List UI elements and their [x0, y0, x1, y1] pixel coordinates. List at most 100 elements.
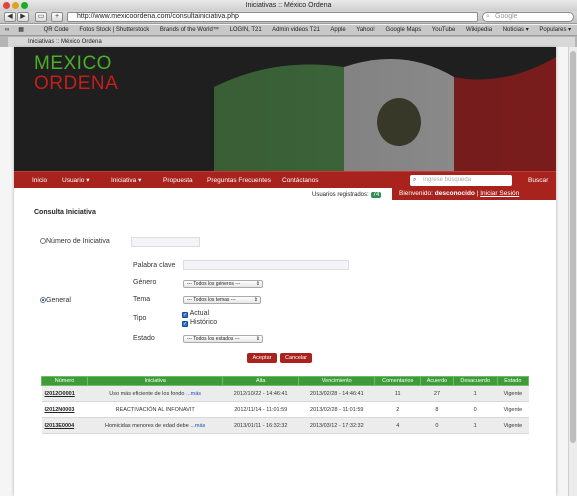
tab-active[interactable]: Iniciativas :: México Ordena: [8, 37, 575, 47]
select-arrows-icon: ⇕: [255, 336, 260, 342]
genero-select[interactable]: --- Todos los géneros --- ⇕: [183, 280, 263, 288]
nav-inicio[interactable]: Inicio: [32, 172, 47, 189]
desacuerdo-cell: 1: [453, 417, 498, 434]
column-header[interactable]: Número: [40, 376, 89, 386]
column-header[interactable]: Acuerdo: [420, 376, 454, 386]
bookmark-item[interactable]: Google Maps: [386, 27, 422, 33]
tipo-historico-option[interactable]: ✓ Histórico: [182, 319, 217, 327]
scrollbar-thumb[interactable]: [570, 51, 576, 443]
forward-button[interactable]: ▶: [17, 12, 29, 22]
bookmark-item[interactable]: Yahoo!: [356, 27, 375, 33]
registered-count-badge: 74: [370, 192, 382, 198]
search-icon: ⌕: [486, 13, 490, 20]
tipo-actual-label: Actual: [189, 310, 210, 317]
column-header[interactable]: Estado: [496, 376, 530, 386]
iniciativa-id-link[interactable]: I2013E0004: [41, 417, 88, 434]
reading-list-icon[interactable]: ∞: [5, 27, 9, 33]
bookmark-item[interactable]: LOGIN, T21: [230, 27, 262, 33]
numero-option[interactable]: Número de Iniciativa: [40, 238, 110, 245]
bookmark-item[interactable]: Admin videos T21: [272, 27, 320, 33]
tab-bar: Iniciativas :: México Ordena: [0, 35, 577, 47]
more-link[interactable]: ...más: [190, 423, 205, 429]
header-banner: MEXICO ORDENA: [14, 47, 556, 171]
minimize-window-icon[interactable]: [12, 2, 19, 9]
close-window-icon[interactable]: [3, 2, 10, 9]
column-header[interactable]: Iniciativa: [87, 376, 224, 386]
cancelar-button[interactable]: Cancelar: [280, 353, 312, 363]
genero-value: --- Todos los géneros ---: [187, 281, 241, 287]
tab-title: Iniciativas :: México Ordena: [28, 39, 102, 45]
bookmark-item[interactable]: YouTube: [432, 27, 456, 33]
nav-propuesta[interactable]: Propuesta: [163, 172, 193, 189]
iniciativa-id-link[interactable]: I2012O0001: [41, 385, 88, 402]
title-bar: Iniciativas :: México Ordena: [0, 0, 577, 11]
estado-value: --- Todos los estados ---: [187, 336, 240, 342]
tema-select[interactable]: --- Todos los temas --- ⇕: [183, 296, 261, 304]
bookmark-item[interactable]: Wikipedia: [466, 27, 492, 33]
browser-window: Iniciativas :: México Ordena ◀ ▶ ▭ + htt…: [0, 0, 577, 496]
acuerdo-cell: 27: [420, 385, 454, 402]
main-nav: Inicio Usuario ▾ Iniciativa ▾ Propuesta …: [14, 171, 556, 188]
bookmark-item[interactable]: Brands of the World™: [160, 27, 219, 33]
vencimiento-cell: 2013/02/28 - 11:01:59: [298, 401, 375, 418]
acuerdo-cell: 8: [420, 401, 454, 418]
logo-line2[interactable]: ORDENA: [34, 73, 118, 95]
iniciativa-cell: Homicidas menores de edad debe ...más: [87, 417, 223, 434]
add-tab-button[interactable]: +: [51, 12, 63, 22]
tema-label: Tema: [133, 296, 151, 303]
aceptar-button[interactable]: Aceptar: [247, 353, 277, 363]
vertical-scrollbar[interactable]: [568, 47, 577, 496]
comentarios-cell: 2: [374, 401, 421, 418]
nav-preguntas-frecuentes[interactable]: Preguntas Frecuentes: [207, 172, 271, 189]
comentarios-cell: 4: [374, 417, 421, 434]
sidebar-icon[interactable]: ▭: [35, 12, 47, 22]
url-text: http://www.mexicoordena.com/consultainic…: [77, 13, 239, 20]
column-header[interactable]: Vencimiento: [298, 376, 376, 386]
tipo-actual-option[interactable]: ✓ Actual: [182, 310, 209, 318]
nav-usuario-label: Usuario: [62, 177, 85, 184]
nav-contactanos[interactable]: Contáctanos: [282, 172, 319, 189]
buscar-button[interactable]: Buscar: [528, 172, 548, 189]
tema-value: --- Todos los temas ---: [187, 297, 236, 303]
site-search-input[interactable]: ⌕ Ingrese búsqueda: [410, 175, 512, 186]
address-bar[interactable]: http://www.mexicoordena.com/consultainic…: [67, 12, 478, 22]
bookmark-item[interactable]: QR Code: [44, 27, 69, 33]
column-header[interactable]: Comentarios: [374, 376, 422, 386]
registered-users: Usuarios registrados: 74: [312, 192, 382, 198]
column-header[interactable]: Alta: [222, 376, 300, 386]
back-button[interactable]: ◀: [4, 12, 16, 22]
iniciativa-text: Homicidas menores de edad debe: [105, 422, 189, 429]
site-container: MEXICO ORDENA Inicio Usuario ▾ Iniciativ…: [14, 47, 556, 496]
checkbox-checked-icon[interactable]: ✓: [182, 312, 188, 318]
nav-iniciativa[interactable]: Iniciativa ▾: [111, 172, 141, 189]
logo-line1[interactable]: MEXICO: [34, 53, 112, 75]
bookmark-item[interactable]: Apple: [330, 27, 345, 33]
iniciativa-id-link[interactable]: I2012N0003: [41, 401, 88, 418]
general-option[interactable]: General: [40, 297, 71, 304]
bookmark-item[interactable]: Populares ▾: [539, 27, 571, 33]
bookmarks-grid-icon[interactable]: ▦: [18, 27, 24, 33]
numero-input[interactable]: [131, 237, 200, 247]
column-header[interactable]: Desacuerdo: [452, 376, 498, 386]
bookmark-item[interactable]: Noticias ▾: [503, 27, 529, 33]
checkbox-checked-icon[interactable]: ✓: [182, 321, 188, 327]
bookmark-item[interactable]: Fotos Stock | Shutterstock: [79, 27, 149, 33]
palabra-input[interactable]: [183, 260, 349, 270]
iniciativa-text: REACTIVACIÓN AL INFONAVIT: [115, 406, 195, 413]
username: desconocido: [434, 190, 475, 197]
comentarios-cell: 11: [374, 385, 421, 402]
welcome-bar: Bienvenido: desconocido | Iniciar Sesión: [392, 188, 556, 200]
site-search-placeholder: Ingrese búsqueda: [423, 177, 472, 183]
estado-select[interactable]: --- Todos los estados --- ⇕: [183, 335, 263, 343]
search-icon: ⌕: [413, 177, 417, 183]
alta-cell: 2012/11/14 - 11:01:59: [222, 401, 299, 418]
table-header-row: Número Iniciativa Alta Vencimiento Comen…: [40, 376, 530, 386]
chevron-down-icon: ▾: [86, 177, 90, 184]
results-table: Número Iniciativa Alta Vencimiento Comen…: [40, 376, 530, 434]
more-link[interactable]: ...más: [186, 391, 201, 397]
browser-search-input[interactable]: ⌕ Google: [482, 12, 574, 22]
acuerdo-cell: 0: [420, 417, 454, 434]
zoom-window-icon[interactable]: [21, 2, 28, 9]
nav-usuario[interactable]: Usuario ▾: [62, 172, 89, 189]
login-link[interactable]: Iniciar Sesión: [480, 190, 519, 197]
